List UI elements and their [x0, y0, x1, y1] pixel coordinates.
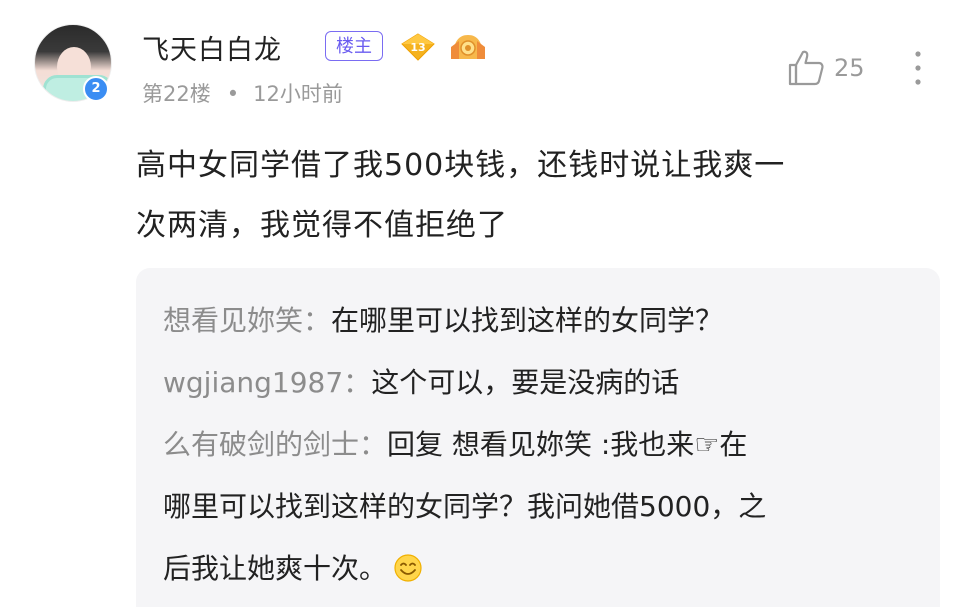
smile-emoji-icon [393, 543, 423, 582]
floor-number: 第22楼 [142, 82, 211, 106]
post-meta: 第22楼 • 12小时前 [142, 78, 343, 108]
comment-card: 2 飞天白白龙 楼主 13 第22楼 • 12小时前 25 高中女同学借了我50… [0, 0, 972, 607]
level-number: 13 [410, 41, 425, 54]
reply-item[interactable]: wgjiang1987：这个可以，要是没病的话 [163, 352, 923, 414]
reply-text: 在哪里可以找到这样的女同学？ [331, 304, 724, 337]
reply-separator: ： [343, 366, 372, 399]
thumbs-up-icon [786, 48, 826, 88]
post-time: 12小时前 [253, 82, 343, 106]
level-diamond-icon: 13 [400, 32, 436, 62]
avatar-level-badge: 2 [83, 76, 109, 102]
reply-item[interactable]: 想看见妳笑：在哪里可以找到这样的女同学？ [163, 290, 923, 352]
op-badge: 楼主 [325, 31, 383, 61]
meta-separator: • [226, 82, 240, 106]
reply-text: 哪里可以找到这样的女同学？我问她借5000，之 [163, 490, 767, 523]
reply-text: 回复 想看见妳笑 :我也来☞在 [387, 428, 748, 461]
reply-item[interactable]: 么有破剑的剑士：回复 想看见妳笑 :我也来☞在 哪里可以找到这样的女同学？我问她… [163, 414, 923, 600]
post-content-line: 高中女同学借了我500块钱，还钱时说让我爽一 [136, 148, 786, 183]
replies-box[interactable]: 想看见妳笑：在哪里可以找到这样的女同学？ wgjiang1987：这个可以，要是… [136, 268, 940, 607]
reply-author[interactable]: 想看见妳笑 [163, 304, 303, 337]
more-vertical-icon[interactable] [910, 48, 926, 88]
reply-author[interactable]: wgjiang1987 [163, 366, 343, 399]
reply-separator: ： [303, 304, 332, 337]
username[interactable]: 飞天白白龙 [142, 28, 282, 67]
reply-separator: ： [359, 428, 388, 461]
post-content-line: 次两清，我觉得不值拒绝了 [136, 208, 508, 243]
post-content: 高中女同学借了我500块钱，还钱时说让我爽一 次两清，我觉得不值拒绝了 [136, 136, 936, 256]
reply-text: 这个可以，要是没病的话 [371, 366, 680, 399]
medal-icon [449, 31, 487, 63]
like-count: 25 [834, 54, 865, 82]
reply-author[interactable]: 么有破剑的剑士 [163, 428, 359, 461]
reply-text: 后我让她爽十次。 [163, 552, 388, 585]
